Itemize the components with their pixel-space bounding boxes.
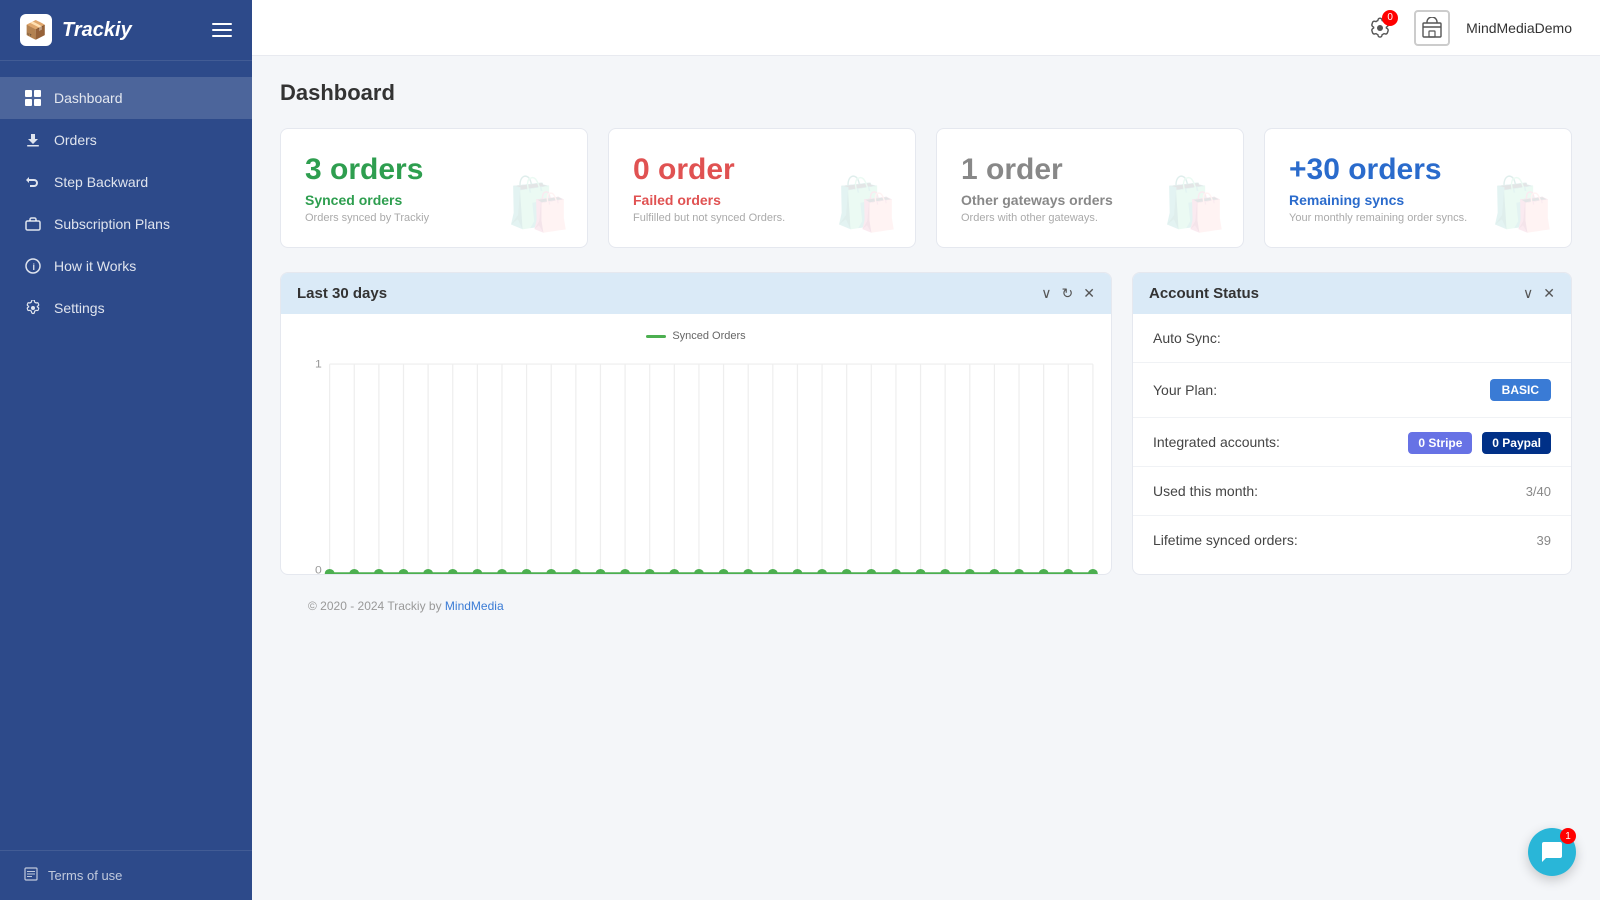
document-icon xyxy=(24,867,38,884)
grid-icon xyxy=(24,89,42,107)
legend-color xyxy=(646,335,666,338)
legend-label: Synced Orders xyxy=(672,330,745,342)
your-plan-label: Your Plan: xyxy=(1153,382,1217,398)
page-content: Dashboard 3 orders Synced orders Orders … xyxy=(252,56,1600,653)
chart-legend: Synced Orders xyxy=(293,330,1099,342)
lifetime-synced-label: Lifetime synced orders: xyxy=(1153,532,1298,548)
account-title: Account Status xyxy=(1149,285,1259,302)
main-content: 0 MindMediaDemo Dashboard 3 orders Synce… xyxy=(252,0,1600,900)
integrated-accounts-row: Integrated accounts: 0 Stripe 0 Paypal xyxy=(1133,418,1571,467)
refresh-chart-button[interactable]: ↻ xyxy=(1062,285,1074,302)
footer-text: © 2020 - 2024 Trackiy by xyxy=(308,599,445,613)
sidebar-item-subscription[interactable]: Subscription Plans xyxy=(0,203,252,245)
chat-button[interactable]: 1 xyxy=(1528,828,1576,876)
sidebar-item-label: Orders xyxy=(54,132,97,148)
paypal-badge: 0 Paypal xyxy=(1482,432,1551,454)
sidebar-item-label: Dashboard xyxy=(54,90,123,106)
terms-label: Terms of use xyxy=(48,868,122,883)
settings-button[interactable]: 0 xyxy=(1362,10,1398,46)
plan-badge: BASIC xyxy=(1490,379,1551,401)
logo-text: Trackiy xyxy=(62,19,132,42)
sidebar-item-how-it-works[interactable]: i How it Works xyxy=(0,245,252,287)
auto-sync-row: Auto Sync: xyxy=(1133,314,1571,363)
sidebar-item-dashboard[interactable]: Dashboard xyxy=(0,77,252,119)
used-this-month-value: 3/40 xyxy=(1526,484,1551,499)
sidebar-item-settings[interactable]: Settings xyxy=(0,287,252,329)
integration-badges: 0 Stripe 0 Paypal xyxy=(1408,434,1551,450)
sidebar-item-orders[interactable]: Orders xyxy=(0,119,252,161)
your-plan-row: Your Plan: BASIC xyxy=(1133,363,1571,418)
footer-link[interactable]: MindMedia xyxy=(445,599,504,613)
account-header: Account Status ∨ ✕ xyxy=(1133,273,1571,314)
stat-card-remaining: +30 orders Remaining syncs Your monthly … xyxy=(1264,128,1572,248)
sidebar-item-label: Settings xyxy=(54,300,105,316)
store-icon xyxy=(1414,10,1450,46)
svg-text:i: i xyxy=(33,262,36,272)
gear-badge: 0 xyxy=(1382,10,1398,26)
sidebar-item-label: How it Works xyxy=(54,258,136,274)
lifetime-synced-value: 39 xyxy=(1537,533,1551,548)
sidebar-item-step-backward[interactable]: Step Backward xyxy=(0,161,252,203)
chart-svg: 1 0 21-Feb22-Feb23-Feb24-Feb25-Feb26-Feb… xyxy=(293,348,1099,575)
stripe-badge: 0 Stripe xyxy=(1408,432,1472,454)
topbar: 0 MindMediaDemo xyxy=(252,0,1600,56)
chart-card: Last 30 days ∨ ↻ ✕ Synced Orders 1 xyxy=(280,272,1112,575)
stat-card-synced: 3 orders Synced orders Orders synced by … xyxy=(280,128,588,248)
sidebar-footer: Terms of use xyxy=(0,850,252,900)
used-this-month-label: Used this month: xyxy=(1153,483,1258,499)
download-icon xyxy=(24,131,42,149)
sidebar: 📦 Trackiy Dashboard Orders Step Backwar xyxy=(0,0,252,900)
chart-title: Last 30 days xyxy=(297,285,387,302)
account-card: Account Status ∨ ✕ Auto Sync: Your Plan:… xyxy=(1132,272,1572,575)
used-this-month-row: Used this month: 3/40 xyxy=(1133,467,1571,516)
bag-remaining-icon: 🛍️ xyxy=(1490,174,1555,235)
lifetime-synced-row: Lifetime synced orders: 39 xyxy=(1133,516,1571,564)
integrated-label: Integrated accounts: xyxy=(1153,434,1280,450)
stat-card-failed: 0 order Failed orders Fulfilled but not … xyxy=(608,128,916,248)
page-footer: © 2020 - 2024 Trackiy by MindMedia xyxy=(280,575,1572,629)
hamburger-menu[interactable] xyxy=(212,23,232,37)
chart-header-actions: ∨ ↻ ✕ xyxy=(1041,285,1095,302)
settings-icon xyxy=(24,299,42,317)
store-name: MindMediaDemo xyxy=(1466,20,1572,36)
stat-card-other: 1 order Other gateways orders Orders wit… xyxy=(936,128,1244,248)
sidebar-logo: 📦 Trackiy xyxy=(0,0,252,61)
svg-text:0: 0 xyxy=(315,565,322,575)
briefcase-icon xyxy=(24,215,42,233)
bag-icon: 🛍️ xyxy=(506,174,571,235)
stats-row: 3 orders Synced orders Orders synced by … xyxy=(280,128,1572,248)
page-title: Dashboard xyxy=(280,80,1572,106)
svg-text:1: 1 xyxy=(315,359,322,370)
sidebar-item-label: Step Backward xyxy=(54,174,148,190)
undo-icon xyxy=(24,173,42,191)
info-icon: i xyxy=(24,257,42,275)
auto-sync-label: Auto Sync: xyxy=(1153,330,1221,346)
header-right: 0 MindMediaDemo xyxy=(1362,10,1572,46)
logo-icon: 📦 xyxy=(20,14,52,46)
bottom-row: Last 30 days ∨ ↻ ✕ Synced Orders 1 xyxy=(280,272,1572,575)
account-body: Auto Sync: Your Plan: BASIC Integrated a… xyxy=(1133,314,1571,564)
close-account-button[interactable]: ✕ xyxy=(1543,285,1555,302)
account-header-actions: ∨ ✕ xyxy=(1523,285,1555,302)
sidebar-item-label: Subscription Plans xyxy=(54,216,170,232)
close-chart-button[interactable]: ✕ xyxy=(1083,285,1095,302)
terms-link[interactable]: Terms of use xyxy=(24,867,228,884)
chart-header: Last 30 days ∨ ↻ ✕ xyxy=(281,273,1111,314)
bag-failed-icon: 🛍️ xyxy=(834,174,899,235)
collapse-account-button[interactable]: ∨ xyxy=(1523,285,1533,302)
sidebar-nav: Dashboard Orders Step Backward Subscript… xyxy=(0,61,252,850)
collapse-chart-button[interactable]: ∨ xyxy=(1041,285,1051,302)
chat-badge: 1 xyxy=(1560,828,1576,844)
bag-other-icon: 🛍️ xyxy=(1162,174,1227,235)
chart-area: Synced Orders 1 0 21-Feb22-Feb23-Feb24-F… xyxy=(281,314,1111,574)
